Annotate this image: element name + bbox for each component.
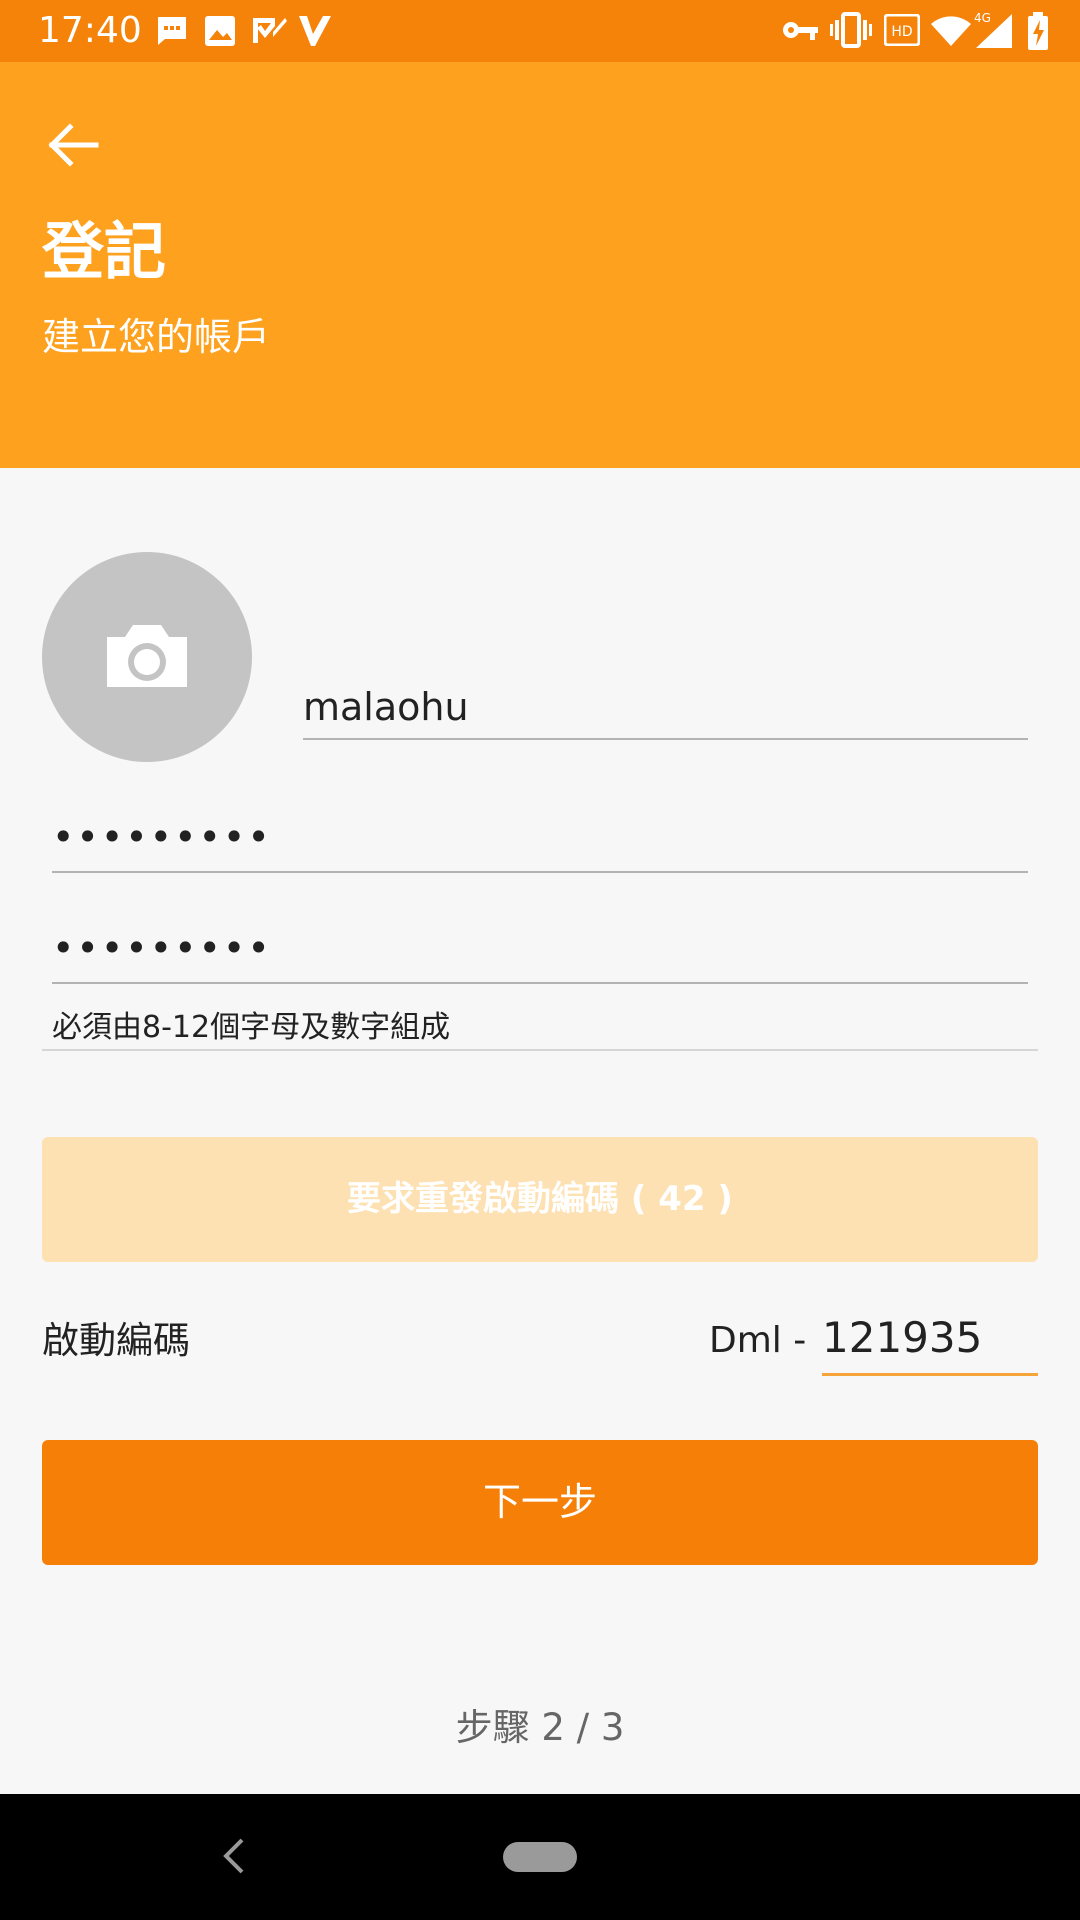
password-hint: 必須由8-12個字母及數字組成 (52, 1010, 451, 1045)
signal-4g-icon: 4G (974, 11, 1012, 48)
key-icon (783, 22, 818, 40)
v-icon (299, 16, 331, 46)
password-field[interactable]: ••••••••• (52, 812, 272, 862)
confirm-password-underline (52, 982, 1028, 984)
status-time: 17:40 (38, 10, 142, 51)
image-icon (205, 16, 235, 46)
svg-text:HD: HD (891, 24, 912, 40)
nav-back-icon[interactable] (218, 1834, 250, 1878)
back-button[interactable] (40, 112, 106, 178)
hd-icon: HD (884, 14, 920, 46)
header: 登記 建立您的帳戶 (0, 62, 1080, 468)
step-indicator: 步驟 2 / 3 (455, 1706, 625, 1749)
username-field[interactable]: malaohu (303, 682, 469, 732)
next-button[interactable]: 下一步 (42, 1440, 1038, 1565)
nav-home-pill[interactable] (503, 1842, 577, 1872)
wifi-icon (931, 16, 971, 46)
resend-code-button[interactable]: 要求重發啟動編碼 ( 42 ) (42, 1137, 1038, 1262)
status-right-icons: HD 4G (782, 10, 1062, 52)
username-underline (303, 738, 1028, 740)
activation-code-input[interactable]: 121935 (822, 1310, 982, 1366)
check-icon (253, 18, 287, 43)
svg-text:4G: 4G (974, 11, 991, 25)
avatar-picker[interactable] (42, 552, 252, 762)
activation-code-label: 啟動編碼 (42, 1319, 190, 1362)
page-subtitle: 建立您的帳戶 (42, 315, 271, 359)
vibrate-icon (830, 12, 872, 48)
password-underline (52, 871, 1028, 873)
status-bar: 17:40 HD 4G (0, 0, 1080, 62)
battery-charging-icon (1028, 12, 1048, 50)
activation-code-underline (822, 1373, 1038, 1376)
confirm-password-field[interactable]: ••••••••• (52, 923, 272, 973)
arrow-left-icon (48, 123, 99, 167)
navigation-bar (0, 1794, 1080, 1920)
message-icon (158, 17, 186, 45)
page-title: 登記 (42, 215, 167, 288)
hint-divider (42, 1049, 1038, 1051)
camera-icon (107, 625, 187, 687)
activation-code-prefix: Dml - (709, 1320, 807, 1361)
